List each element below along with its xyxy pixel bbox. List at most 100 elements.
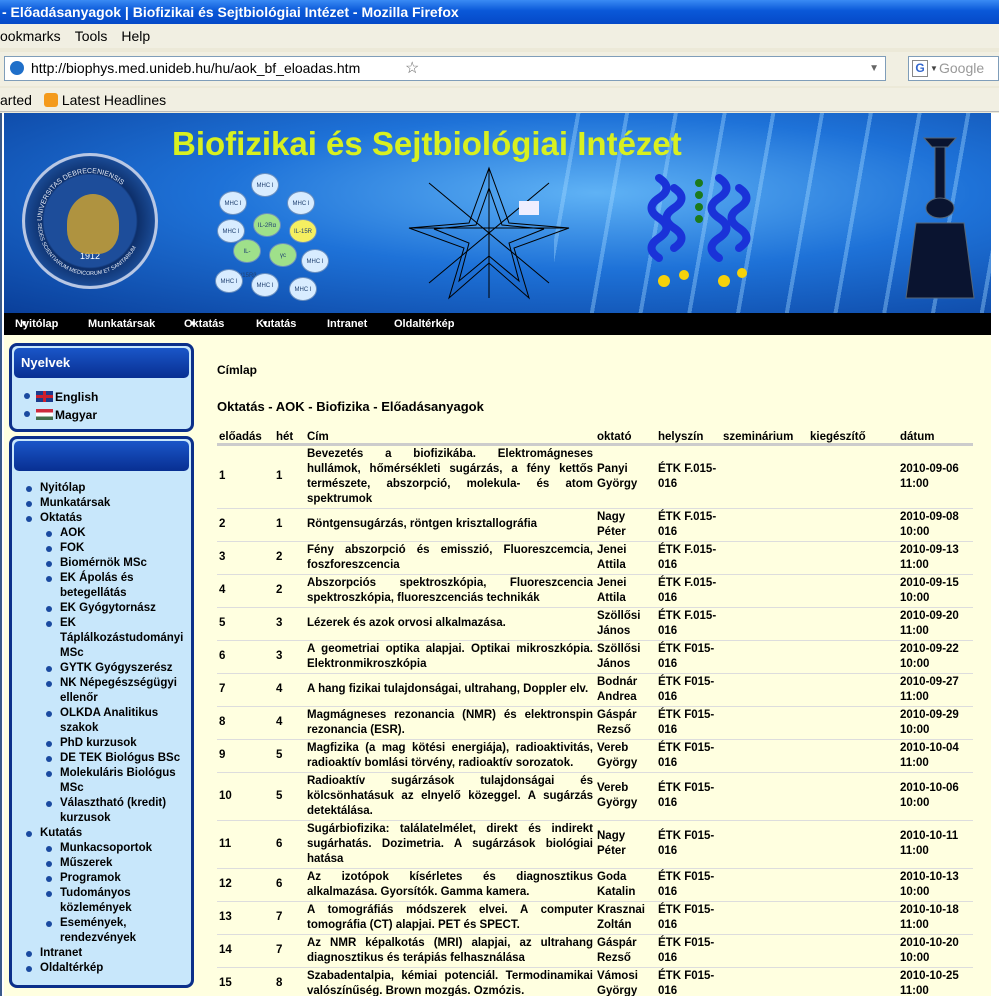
cell-title: Szabadentalpia, kémiai potenciál. Termod…: [305, 967, 595, 996]
page-content: Biofizikai és Sejtbiológiai Intézet UNIV…: [0, 113, 999, 996]
sidebar-item[interactable]: Tudományos közlemények: [46, 886, 191, 916]
sidebar-item[interactable]: Munkatársak: [26, 496, 191, 511]
sidebar-item[interactable]: EK Ápolás és betegellátás: [46, 571, 191, 601]
cell-location: ÉTK F015-016: [656, 673, 721, 707]
menu-bar: ookmarks Tools Help: [0, 24, 999, 48]
cell-title: Magfizika (a mag kötési energiája), radi…: [305, 739, 595, 773]
cell-seminar: [721, 541, 808, 575]
sidebar-item[interactable]: EK Táplálkozástudományi MSc: [46, 616, 191, 661]
cell-title: Röntgensugárzás, röntgen krisztallográfi…: [305, 508, 595, 542]
cell-lecturer: Szöllősi János: [595, 640, 656, 674]
table-row: 8 4 Magmágneses rezonancia (NMR) és elektr…: [217, 706, 973, 740]
url-dropdown-icon[interactable]: ▼: [869, 57, 879, 80]
sidebar-item[interactable]: Oktatás: [26, 511, 191, 526]
cell-supplement: [808, 706, 898, 740]
sidebar-item[interactable]: Események, rendezvények: [46, 916, 191, 946]
table-row: 1 1 Bevezetés a biofizikába. Elektromágnes…: [217, 444, 973, 509]
bookmark-latest-headlines[interactable]: Latest Headlines: [62, 92, 166, 108]
sidebar-item[interactable]: GYTK Gyógyszerész: [46, 661, 191, 676]
uk-flag-icon: [36, 391, 53, 402]
search-box[interactable]: G ▼ Google: [908, 56, 999, 81]
cell-seminar: [721, 772, 808, 821]
cell-lecturer: Nagy Péter: [595, 820, 656, 869]
cell-supplement: [808, 739, 898, 773]
cell-location: ÉTK F.015-016: [656, 541, 721, 575]
search-placeholder: Google: [939, 60, 985, 76]
sidebar-item[interactable]: Műszerek: [46, 856, 191, 871]
cell-week: 6: [274, 820, 305, 869]
cell-title: Sugárbiofizika: találatelmélet, direkt é…: [305, 820, 595, 869]
menu-help[interactable]: Help: [121, 28, 150, 44]
cell-location: ÉTK F015-016: [656, 820, 721, 869]
cell-title: Az NMR képalkotás (MRI) alapjai, az ultr…: [305, 934, 595, 968]
sidebar-item[interactable]: Munkacsoportok: [46, 841, 191, 856]
receptor-cell: MHC I: [251, 273, 279, 297]
cell-lecture-number: 15: [217, 967, 274, 996]
cell-supplement: [808, 673, 898, 707]
sidebar-item[interactable]: OLKDA Analitikus szakok: [46, 706, 191, 736]
cell-supplement: [808, 820, 898, 869]
sidebar-item[interactable]: Oldaltérkép: [26, 961, 191, 976]
sidebar-item[interactable]: DE TEK Biológus BSc: [46, 751, 191, 766]
sidebar-item[interactable]: FOK: [46, 541, 191, 556]
cell-week: 2: [274, 541, 305, 575]
lecture-table: előadás hét Cím oktató helyszín szeminárium ki…: [217, 427, 973, 996]
cell-week: 1: [274, 444, 305, 509]
sidebar-item[interactable]: Molekuláris Biológus MSc: [46, 766, 191, 796]
breadcrumb[interactable]: Címlap: [217, 363, 257, 377]
cell-title: Bevezetés a biofizikába. Elektromágneses…: [305, 444, 595, 509]
cell-location: ÉTK F015-016: [656, 640, 721, 674]
sidebar-item[interactable]: Biomérnök MSc: [46, 556, 191, 571]
sidebar-item[interactable]: PhD kurzusok: [46, 736, 191, 751]
cell-title: Abszorpciós spektroszkópia, Fluoreszcenc…: [305, 574, 595, 608]
cell-supplement: [808, 868, 898, 902]
cell-date: 2010-10-18 11:00: [898, 901, 973, 935]
column-header: helyszín: [656, 427, 721, 446]
cell-seminar: [721, 868, 808, 902]
cell-title: Magmágneses rezonancia (NMR) és elektron…: [305, 706, 595, 740]
rss-feed-icon: [43, 93, 58, 107]
table-row: 4 2 Abszorpciós spektroszkópia, Fluoreszce…: [217, 574, 973, 608]
menu-bookmarks[interactable]: ookmarks: [0, 28, 61, 44]
sidebar-item[interactable]: Intranet: [26, 946, 191, 961]
language-box: Nyelvek English Magyar: [9, 343, 194, 432]
cell-supplement: [808, 574, 898, 608]
window-titlebar: - Előadásanyagok | Biofizikai és Sejtbio…: [0, 0, 999, 24]
sidebar-item[interactable]: EK Gyógytornász: [46, 601, 191, 616]
column-header: szeminárium: [721, 427, 808, 446]
table-row: 9 5 Magfizika (a mag kötési energiája), ra…: [217, 739, 973, 773]
cell-date: 2010-09-22 10:00: [898, 640, 973, 674]
cell-seminar: [721, 640, 808, 674]
site-favicon-icon: [10, 61, 24, 75]
menu-tools[interactable]: Tools: [75, 28, 108, 44]
cell-lecture-number: 14: [217, 934, 274, 968]
cell-date: 2010-10-06 10:00: [898, 772, 973, 821]
sidebar-item[interactable]: NK Népegészségügyi ellenőr: [46, 676, 191, 706]
bookmark-getting-started[interactable]: arted: [0, 92, 32, 108]
sidebar-item[interactable]: Választható (kredit) kurzusok: [46, 796, 191, 826]
cell-lecture-number: 7: [217, 673, 274, 707]
cell-location: ÉTK F.015-016: [656, 508, 721, 542]
sidebar-item[interactable]: Nyitólap: [26, 481, 191, 496]
cell-lecturer: Nagy Péter: [595, 508, 656, 542]
cell-supplement: [808, 444, 898, 509]
receptor-cell: MHC I: [301, 249, 329, 273]
table-header-row: előadás hét Cím oktató helyszín szeminárium ki…: [217, 427, 973, 446]
receptor-cell: MHC I: [251, 173, 279, 197]
sidebar-item[interactable]: Programok: [46, 871, 191, 886]
sidebar-item[interactable]: AOK: [46, 526, 191, 541]
engine-dropdown-icon[interactable]: ▼: [930, 57, 938, 80]
cell-week: 3: [274, 607, 305, 641]
cell-seminar: [721, 673, 808, 707]
lang-magyar[interactable]: Magyar: [24, 406, 191, 424]
site-menu-box: Nyitólap Munkatársak Oktatás AOK FOK Biomérnö…: [9, 436, 194, 988]
cell-location: ÉTK F.015-016: [656, 574, 721, 608]
cell-title: A geometriai optika alapjai. Optikai mik…: [305, 640, 595, 674]
receptor-cell: MHC I: [289, 277, 317, 301]
url-bar[interactable]: http://biophys.med.unideb.hu/hu/aok_bf_e…: [4, 56, 886, 81]
cell-lecture-number: 4: [217, 574, 274, 608]
google-engine-icon[interactable]: G: [912, 60, 928, 77]
sidebar-item[interactable]: Kutatás: [26, 826, 191, 841]
cell-seminar: [721, 508, 808, 542]
lang-english[interactable]: English: [24, 388, 191, 406]
